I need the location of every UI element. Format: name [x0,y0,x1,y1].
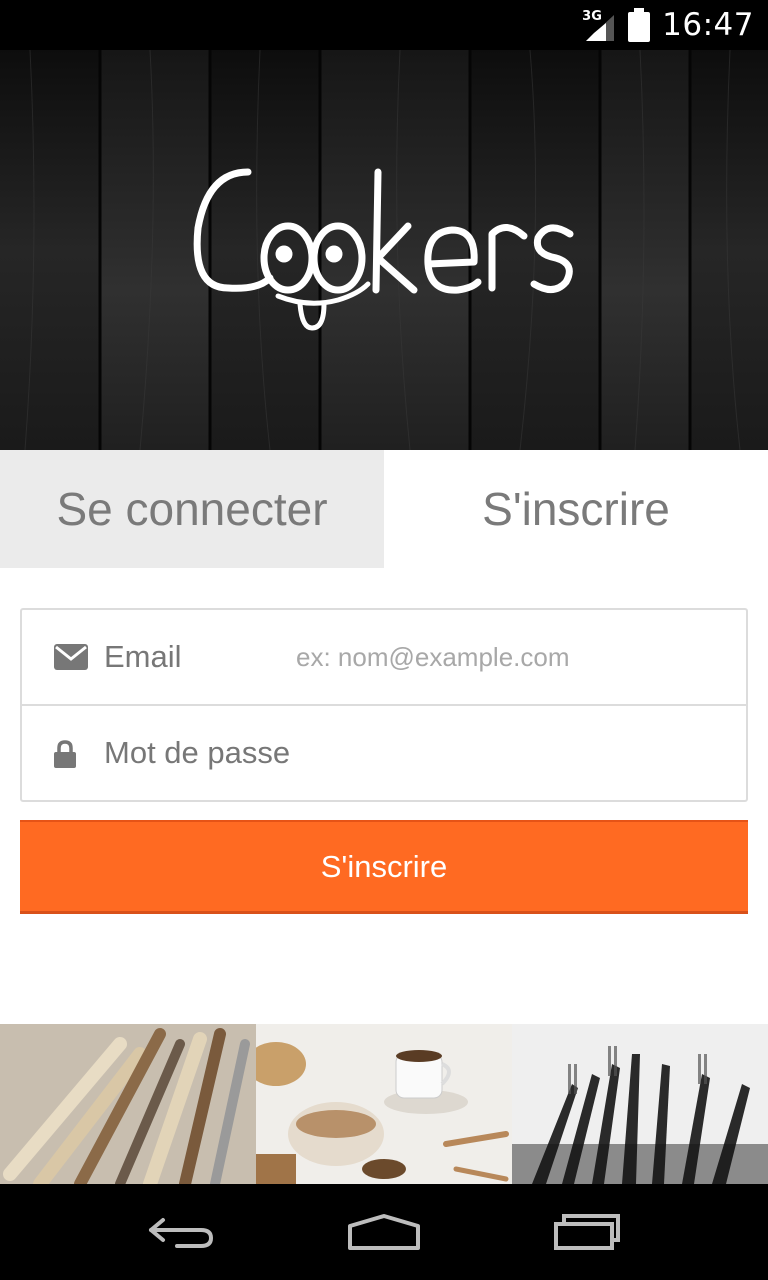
nav-home-button[interactable] [339,1202,429,1262]
email-row: Email [22,610,746,706]
photo-coffee [256,1024,512,1184]
lock-icon [54,740,76,768]
hero-banner [0,50,768,450]
email-input[interactable] [296,627,726,687]
password-row [22,706,746,802]
password-input[interactable] [104,724,724,784]
back-icon [149,1218,214,1248]
signup-form: Email [20,608,748,802]
photo-strip [0,1024,768,1184]
recents-icon [553,1214,620,1250]
system-nav-bar [0,1184,768,1280]
photo-cutlery [0,1024,256,1184]
nav-recents-button[interactable] [542,1202,632,1262]
tab-login[interactable]: Se connecter [0,450,384,568]
tab-signup[interactable]: S'inscrire [384,450,768,568]
signup-button[interactable]: S'inscrire [20,820,748,914]
signal-indicator: 3G [582,9,616,41]
auth-tabs: Se connecter S'inscrire [0,450,768,568]
clock: 16:47 [662,7,754,43]
nav-back-button[interactable] [136,1202,226,1262]
status-bar: 3G 16:47 [0,0,768,50]
email-label: Email [104,639,182,674]
signal-icon [586,15,615,41]
envelope-icon [54,644,88,670]
cookers-logo [193,168,574,331]
photo-forks [512,1024,768,1184]
home-icon [347,1214,420,1250]
battery-icon [628,8,651,42]
